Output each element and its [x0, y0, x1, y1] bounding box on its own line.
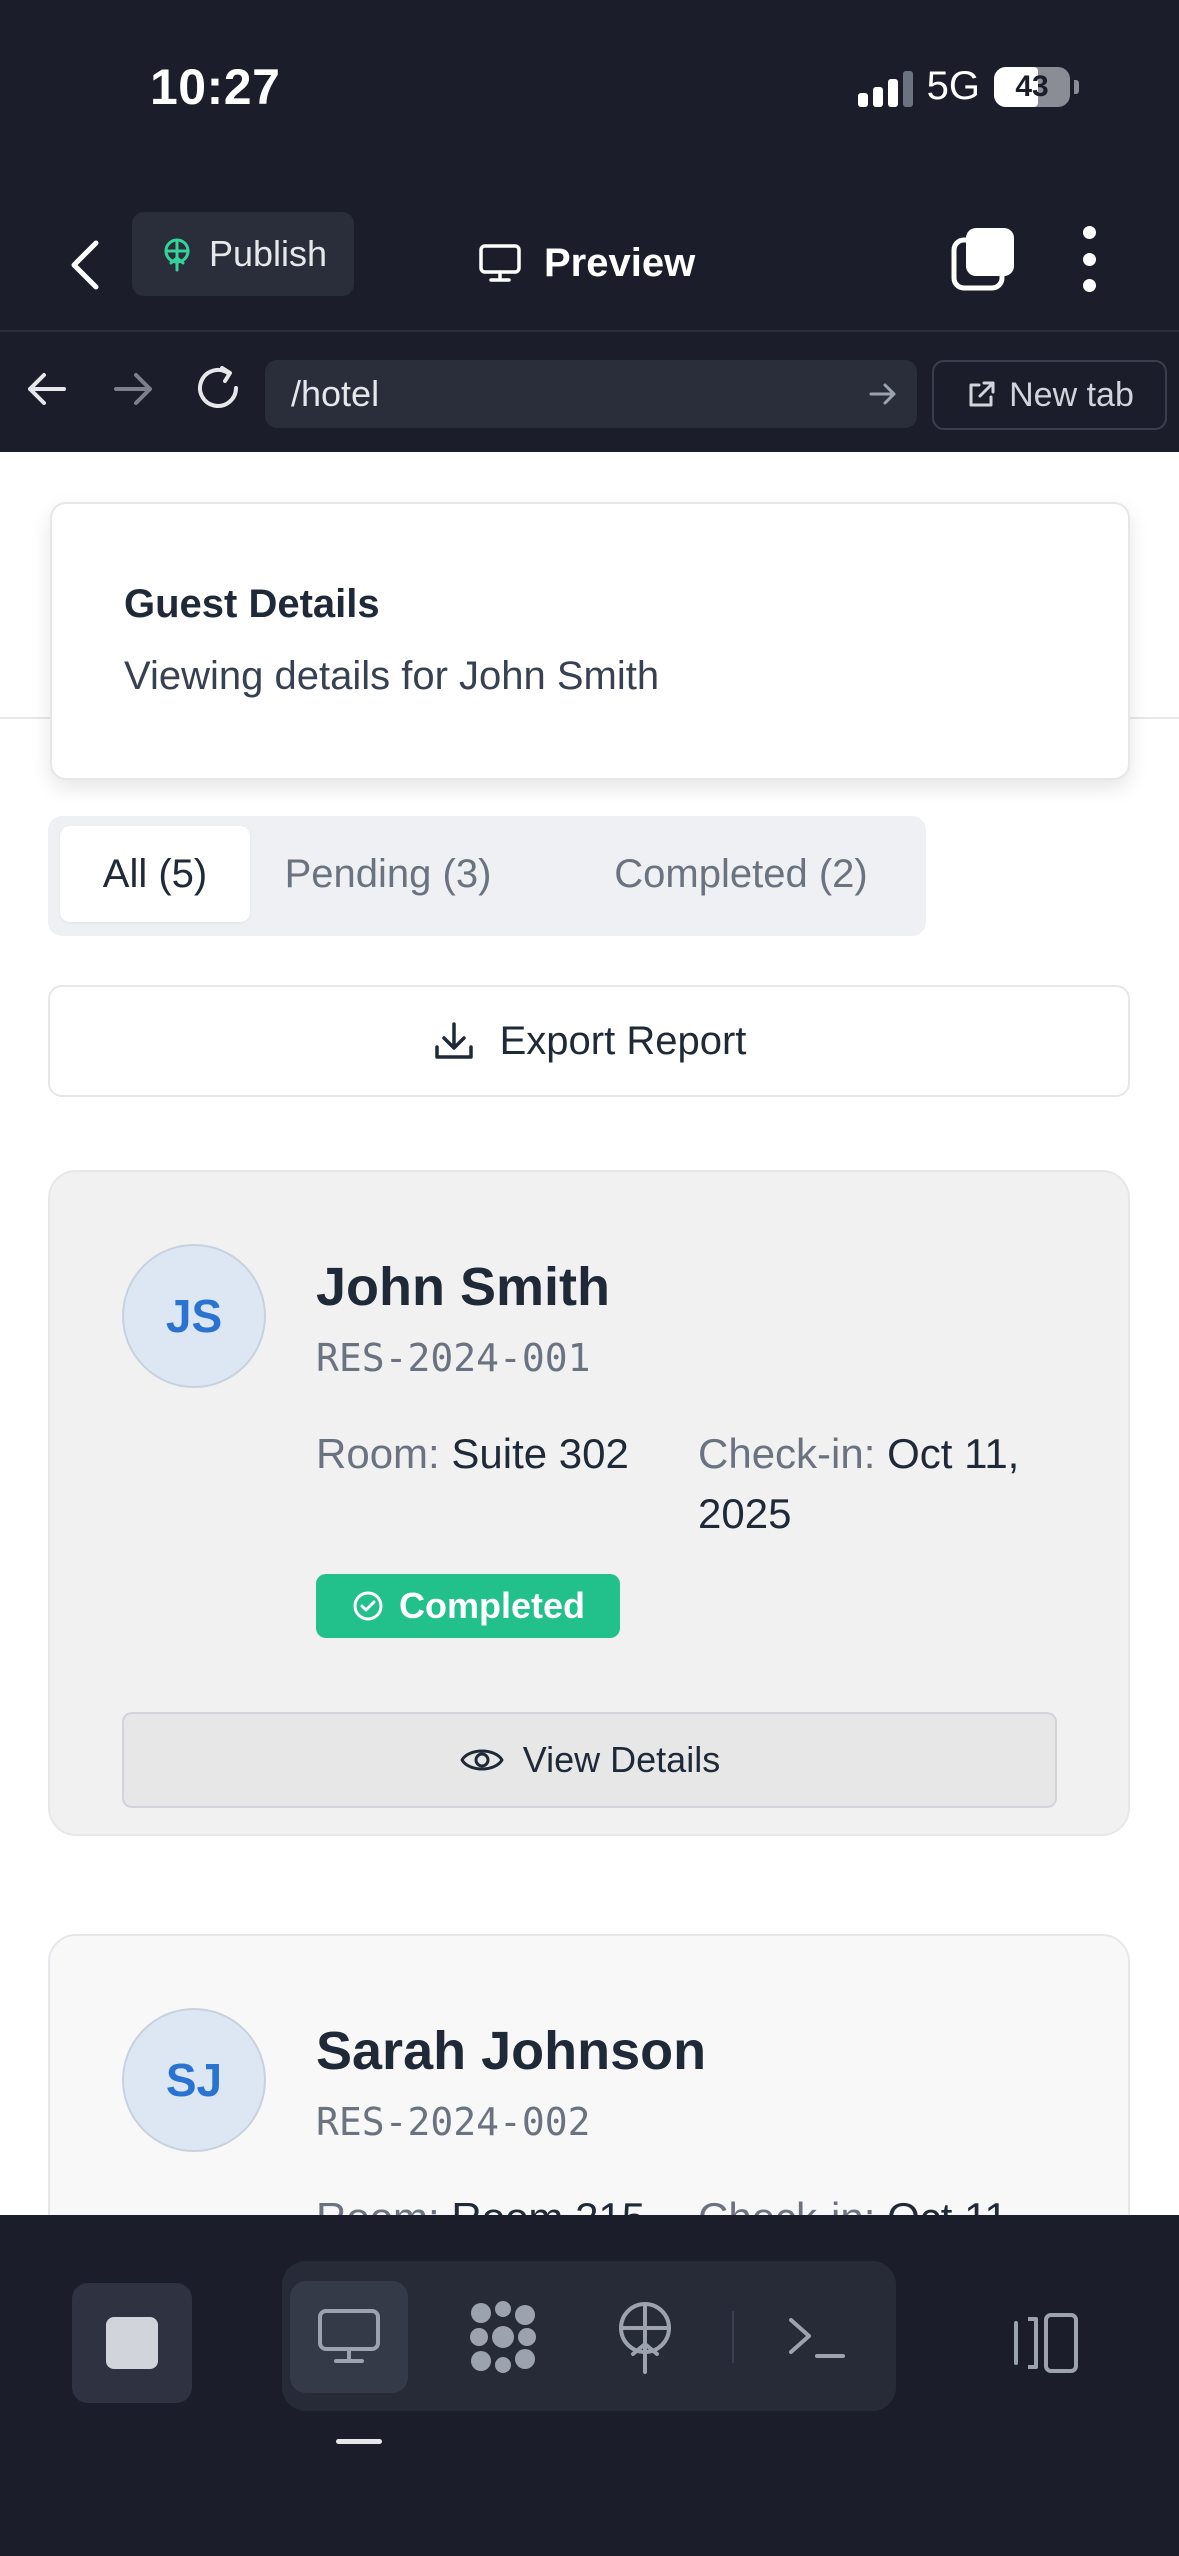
external-link-icon [969, 381, 995, 407]
dock-publish-button[interactable] [586, 2281, 704, 2393]
checkin-info: Check-in: Oct 11, 2025 [698, 1424, 1078, 1544]
monitor-icon [318, 2309, 380, 2363]
tab-pending[interactable]: Pending (3) [270, 826, 506, 922]
arrow-left-icon[interactable] [24, 366, 70, 412]
checkin-info: Check-in: Oct 11 [698, 2188, 1078, 2215]
app-header: Publish Preview [0, 210, 1179, 330]
battery-percent: 43 [1015, 69, 1049, 103]
dock-terminal-button[interactable] [758, 2281, 876, 2393]
room-label: Room: [316, 2194, 440, 2215]
eye-icon [460, 1749, 504, 1771]
page-content: Guest Details Viewing details for John S… [0, 452, 1179, 2215]
filter-tabs: All (5) Pending (3) Completed (2) [48, 816, 926, 936]
reservation-card[interactable]: JS John Smith RES-2024-001 Room: Suite 3… [48, 1170, 1130, 1836]
publish-button[interactable]: Publish [132, 212, 354, 296]
arrow-right-icon[interactable] [110, 366, 156, 412]
view-details-button[interactable]: View Details [122, 1712, 1057, 1808]
room-label: Room: [316, 1430, 440, 1477]
export-label: Export Report [499, 1018, 747, 1063]
browser-bar: /hotel New tab [0, 330, 1179, 452]
toast-notification: Guest Details Viewing details for John S… [50, 502, 1130, 780]
check-circle-icon [353, 1591, 383, 1621]
stop-button[interactable] [72, 2283, 192, 2403]
publish-label: Publish [208, 233, 328, 274]
export-report-button[interactable]: Export Report [48, 985, 1130, 1097]
avatar: JS [122, 1244, 266, 1388]
download-icon [434, 1022, 473, 1059]
dock-tool-group [282, 2261, 896, 2411]
checkin-value: Oct 11 [887, 2194, 1008, 2215]
room-info: Room: Room 215 [316, 2188, 645, 2215]
battery-icon: 43 [994, 66, 1070, 107]
monitor-icon [479, 244, 521, 282]
preview-label: Preview [544, 240, 696, 285]
status-badge: Completed [316, 1574, 620, 1638]
status-time: 10:27 [150, 59, 281, 115]
active-indicator [336, 2439, 382, 2444]
reservation-card[interactable]: SJ Sarah Johnson RES-2024-002 Room: Room… [48, 1934, 1130, 2215]
apps-icon [470, 2301, 536, 2373]
globe-icon [164, 238, 190, 272]
dock-separator [732, 2311, 734, 2363]
signal-icon [857, 67, 913, 107]
arrow-right-icon[interactable] [867, 378, 899, 410]
terminal-icon [789, 2318, 845, 2358]
dock-apps-button[interactable] [444, 2281, 562, 2393]
new-tab-label: New tab [1009, 375, 1134, 414]
status-label: Completed [398, 1585, 585, 1626]
guest-name: Sarah Johnson [316, 2021, 707, 2081]
preview-button[interactable]: Preview [478, 228, 695, 298]
toast-title: Guest Details [124, 582, 380, 626]
status-indicators: 5G 43 [857, 64, 1079, 109]
reservation-id: RES-2024-001 [316, 1336, 591, 1380]
new-tab-button[interactable]: New tab [932, 360, 1167, 430]
back-button[interactable] [60, 230, 110, 300]
tab-all[interactable]: All (5) [60, 826, 250, 922]
checkin-label: Check-in: [698, 1430, 876, 1477]
tabs-icon[interactable] [950, 226, 1016, 292]
tab-completed[interactable]: Completed (2) [568, 826, 914, 922]
toast-message: Viewing details for John Smith [124, 654, 660, 698]
network-type: 5G [926, 64, 980, 108]
guest-name: John Smith [316, 1257, 610, 1317]
bottom-dock [0, 2215, 1179, 2556]
dock-preview-button[interactable] [290, 2281, 408, 2393]
reload-icon[interactable] [192, 362, 244, 414]
url-text: /hotel [291, 373, 380, 414]
more-vertical-icon[interactable] [1080, 226, 1098, 292]
room-value: Suite 302 [451, 1430, 629, 1477]
room-info: Room: Suite 302 [316, 1424, 629, 1484]
room-value: Room 215 [451, 2194, 645, 2215]
view-details-label: View Details [522, 1739, 721, 1780]
avatar: SJ [122, 2008, 266, 2152]
stop-icon [106, 2317, 158, 2369]
chevron-left-icon [71, 240, 99, 290]
url-input[interactable]: /hotel [265, 360, 917, 428]
app-top-bar: 10:27 5G 43 Publish Preview [0, 0, 1179, 330]
sidebar-icon[interactable] [1010, 2307, 1082, 2379]
globe-icon [619, 2302, 671, 2374]
reservation-id: RES-2024-002 [316, 2100, 591, 2144]
checkin-label: Check-in: [698, 2194, 875, 2215]
